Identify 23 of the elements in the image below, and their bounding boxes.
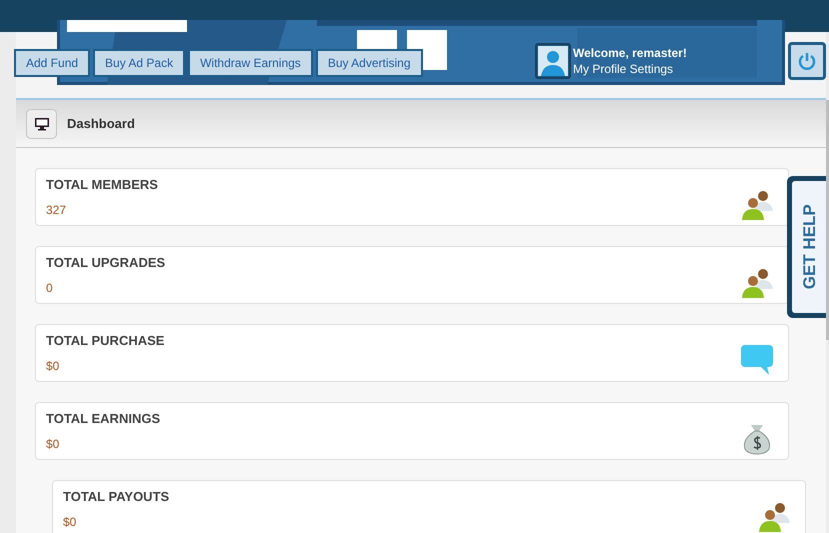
avatar-icon[interactable]: [535, 43, 571, 79]
power-button[interactable]: [788, 42, 826, 80]
stat-value: 327: [46, 202, 68, 220]
nav-button[interactable]: Buy Advertising: [316, 49, 423, 77]
stat-value: $0: [63, 514, 78, 532]
monitor-icon: [26, 108, 57, 138]
stat-label: TOTAL PAYOUTS: [63, 488, 170, 506]
page-title: Dashboard: [67, 114, 135, 133]
power-icon: [797, 51, 817, 71]
stat-label: TOTAL EARNINGS: [46, 410, 160, 428]
nav-button[interactable]: Withdraw Earnings: [188, 49, 313, 77]
welcome-text: Welcome, remaster!: [573, 45, 687, 61]
stat-value: $0: [46, 436, 60, 454]
stat-value: 0: [46, 280, 54, 298]
nav-button[interactable]: Buy Ad Pack: [93, 49, 186, 77]
stat-value: $0: [46, 358, 60, 376]
get-help-tab[interactable]: GET HELP: [787, 176, 826, 318]
stat-label: TOTAL PURCHASE: [46, 332, 164, 350]
stat-label: TOTAL MEMBERS: [46, 176, 158, 194]
stat-label: TOTAL UPGRADES: [46, 254, 166, 272]
nav-button[interactable]: Add Fund: [14, 49, 90, 77]
profile-settings-link[interactable]: My Profile Settings: [573, 61, 687, 77]
speech-bubble-icon: [740, 343, 774, 377]
